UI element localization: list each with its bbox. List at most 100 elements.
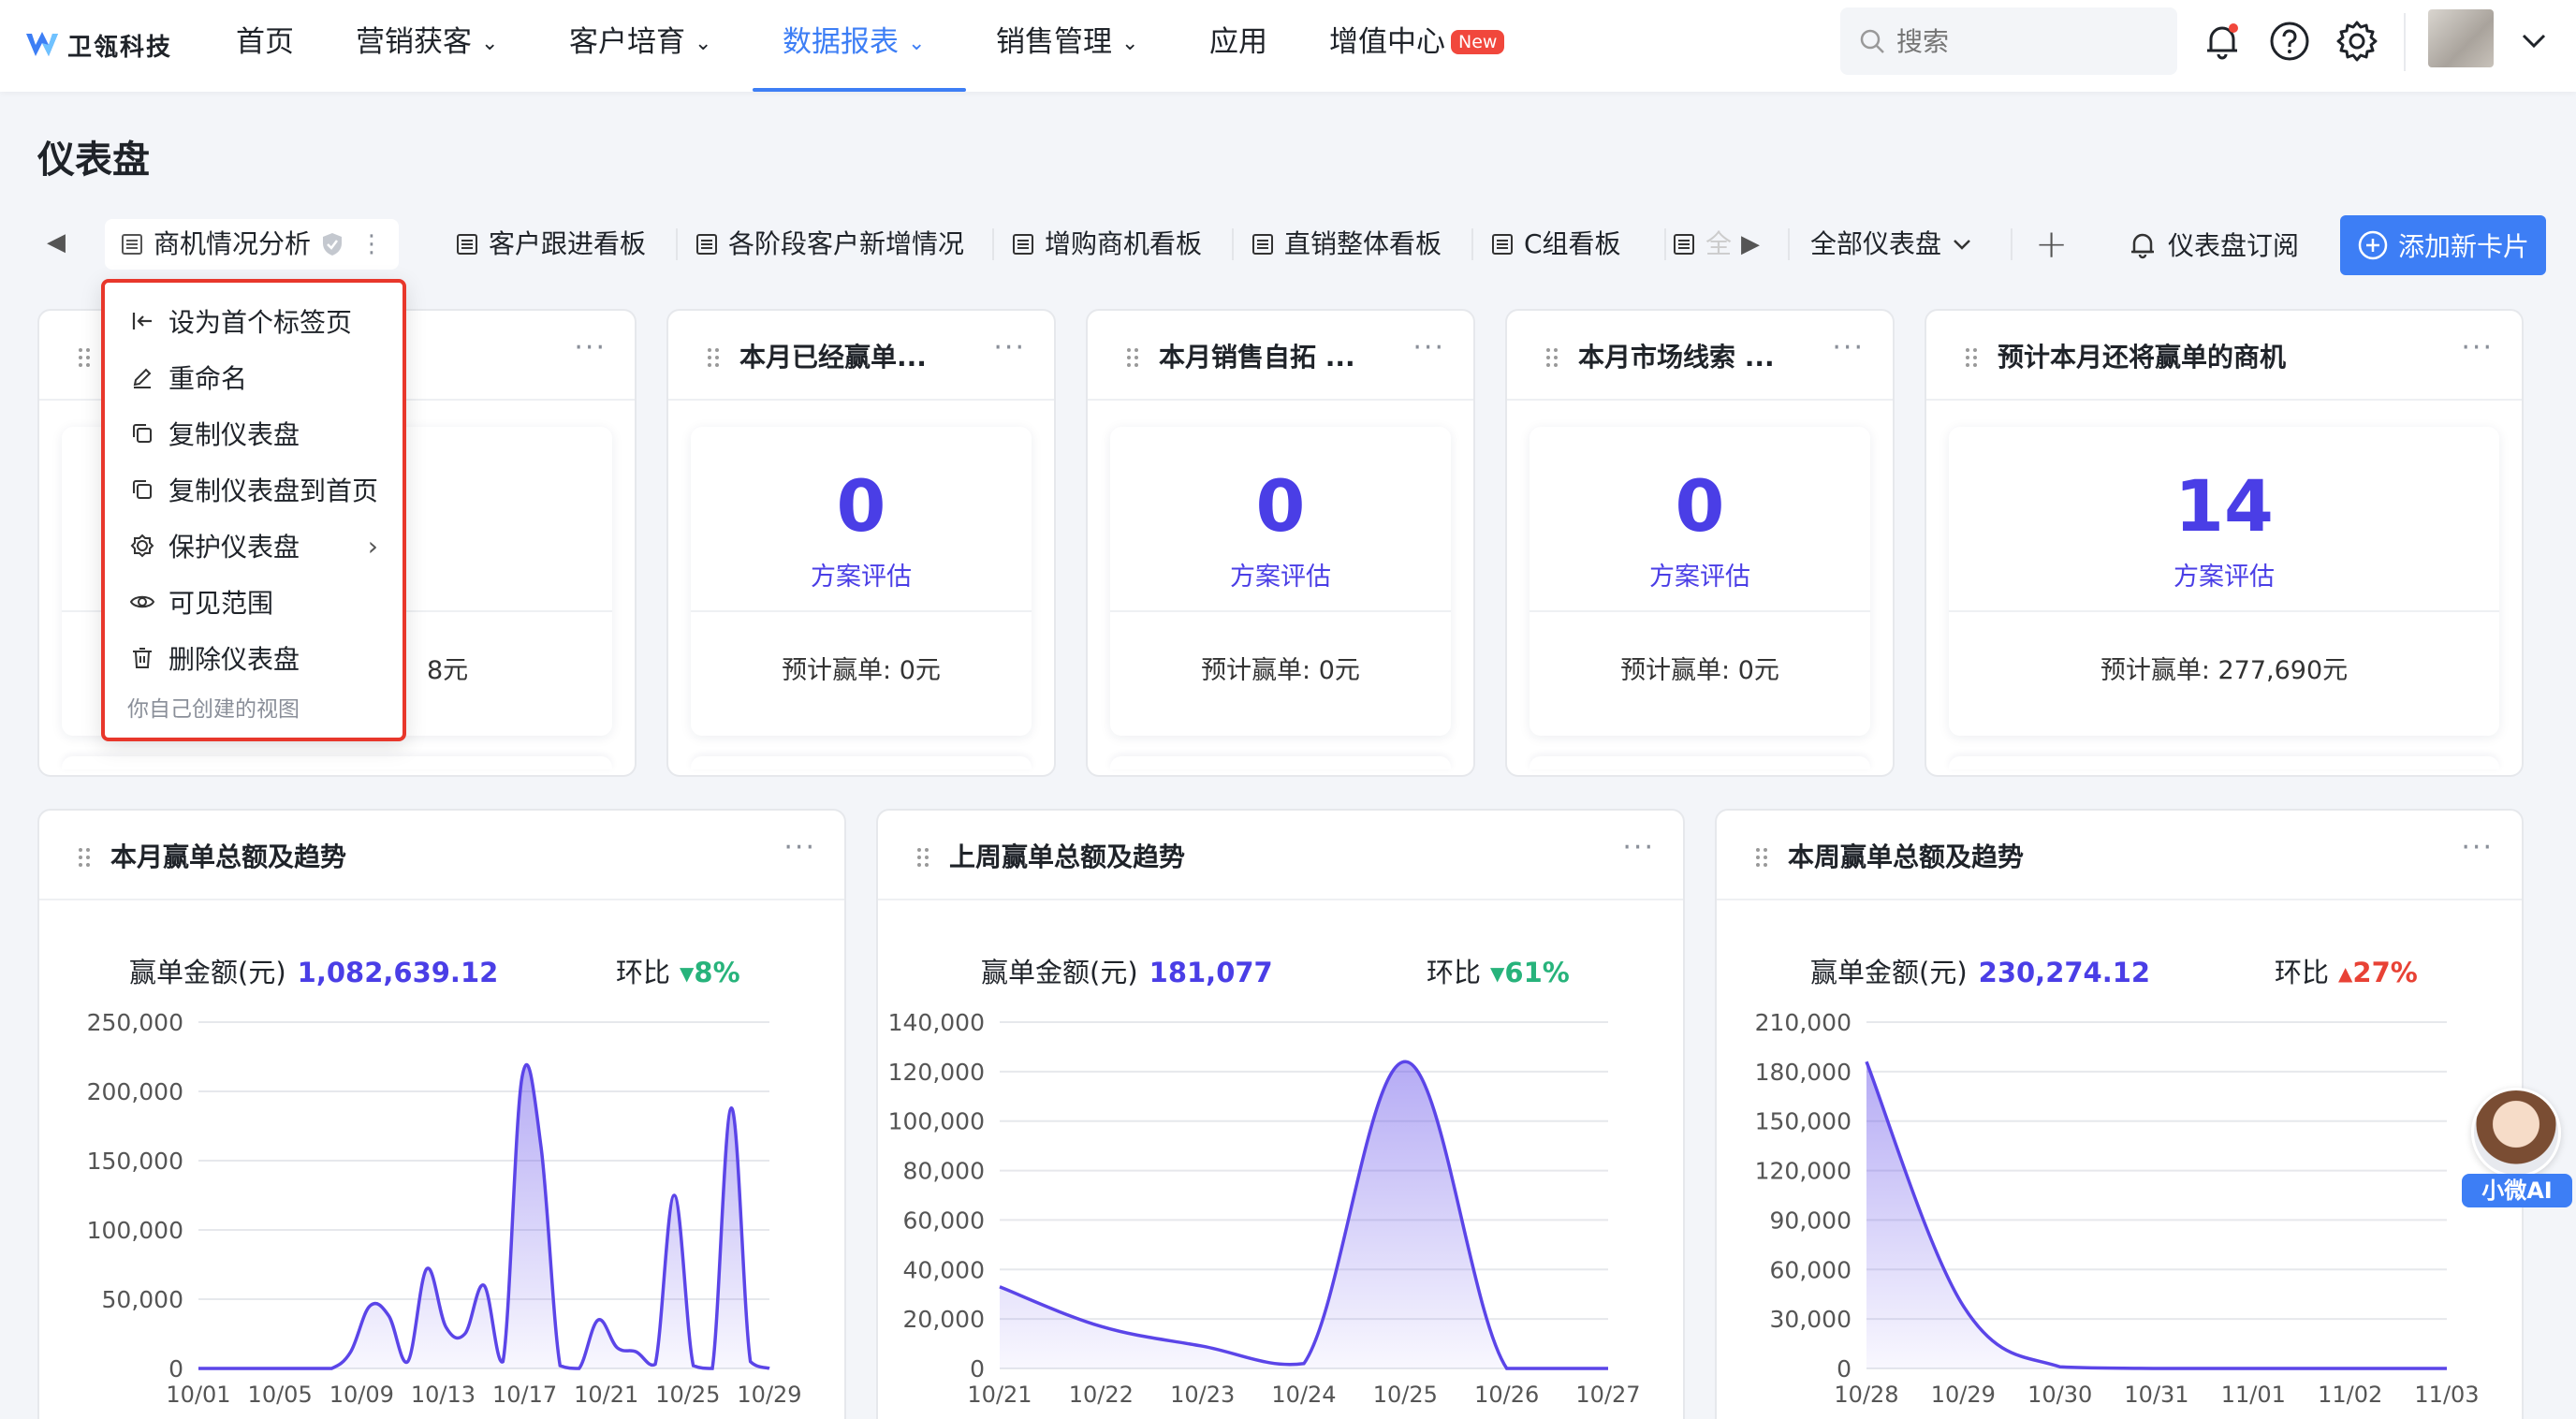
tab-scroll-right-icon[interactable]: ▶	[1741, 219, 1760, 270]
stat-panel-next	[691, 756, 1032, 769]
stat-card: 预计本月还将赢单的商机 ··· 14 方案评估 预计赢单: 277,690元	[1925, 309, 2524, 777]
nav-item-reports[interactable]: 数据报表 ⌄	[783, 0, 925, 92]
dashboard-context-menu: 设为首个标签页 重命名 复制仪表盘 复制仪表盘到首页 保护仪表盘 › 可见范围 …	[101, 279, 406, 741]
tab-direct-sales-overview[interactable]: 直销整体看板	[1251, 219, 1442, 270]
card-header: 预计本月还将赢单的商机 ···	[1926, 311, 2522, 401]
x-tick-label: 10/21	[967, 1382, 1032, 1408]
menu-item-rename[interactable]: 重命名	[129, 354, 247, 401]
trend-card: 上周赢单总额及趋势 ··· 赢单金额(元) 181,077 环比 ▼61% 140,…	[876, 809, 1685, 1419]
all-dashboards-dropdown[interactable]: 全部仪表盘	[1810, 219, 1973, 270]
stat-forecast: 8元	[427, 656, 469, 685]
menu-item-copy-dashboard[interactable]: 复制仪表盘	[129, 410, 300, 457]
drag-handle-icon[interactable]	[706, 346, 721, 369]
ai-assistant-label[interactable]: 小微AI	[2462, 1174, 2572, 1207]
chevron-down-icon: ⌄	[1121, 32, 1139, 55]
divider	[1110, 610, 1451, 612]
tab-opportunity-analysis[interactable]: 商机情况分析 ⋮	[105, 219, 400, 270]
x-tick-label: 10/25	[655, 1382, 720, 1408]
dashboard-subscribe-button[interactable]: 仪表盘订阅	[2127, 219, 2299, 270]
tab-separator	[676, 228, 678, 260]
stat-stage: 方案评估	[811, 563, 912, 592]
stat-stage: 方案评估	[1230, 563, 1331, 592]
more-vertical-icon[interactable]: ⋮	[359, 219, 384, 270]
ai-assistant-avatar[interactable]	[2471, 1088, 2561, 1178]
gear-icon[interactable]	[2334, 19, 2379, 64]
brand-logo[interactable]: 卫瓴科技	[24, 26, 172, 64]
copy-icon	[133, 480, 152, 499]
list-icon	[1674, 234, 1694, 255]
more-horizontal-icon[interactable]: ···	[993, 331, 1026, 364]
x-tick-label: 10/13	[411, 1382, 476, 1408]
y-tick-label: 150,000	[87, 1148, 183, 1175]
stat-panel: 0 方案评估 预计赢单: 0元	[1530, 427, 1870, 736]
list-icon	[122, 234, 142, 255]
nav-item-home[interactable]: 首页	[236, 0, 294, 92]
more-horizontal-icon[interactable]: ···	[2461, 331, 2494, 364]
stat-forecast: 预计赢单: 277,690元	[2100, 656, 2349, 685]
chevron-right-icon: ›	[367, 530, 378, 562]
y-tick-label: 0	[970, 1355, 985, 1382]
menu-item-protect-dashboard[interactable]: 保护仪表盘 ›	[129, 522, 401, 569]
y-tick-label: 180,000	[1755, 1059, 1852, 1086]
add-dashboard-plus-icon[interactable]: +	[2035, 221, 2068, 267]
bell-icon[interactable]	[2200, 19, 2245, 64]
drag-handle-icon[interactable]	[1964, 346, 1979, 369]
tab-separator	[1471, 228, 1473, 260]
x-tick-label: 10/28	[1834, 1382, 1898, 1408]
x-tick-label: 10/17	[492, 1382, 557, 1408]
chevron-down-icon: ⌄	[695, 32, 712, 55]
menu-item-visibility[interactable]: 可见范围	[129, 578, 273, 625]
help-icon[interactable]	[2267, 19, 2312, 64]
y-tick-label: 60,000	[903, 1207, 985, 1234]
stat-card: 本月销售自拓 ... ··· 0 方案评估 预计赢单: 0元	[1086, 309, 1475, 777]
stat-value: 0	[836, 464, 886, 548]
card-title: 本月销售自拓 ...	[1159, 342, 1355, 373]
x-tick-label: 10/25	[1373, 1382, 1438, 1408]
top-divider	[2404, 13, 2406, 71]
menu-item-delete[interactable]: 删除仪表盘	[129, 635, 300, 681]
drag-handle-icon[interactable]	[77, 346, 92, 369]
tab-stage-new-customers[interactable]: 各阶段客户新增情况	[695, 219, 964, 270]
tab-customer-followup[interactable]: 客户跟进看板	[455, 219, 646, 270]
tab-scroll-left-icon[interactable]: ◀	[47, 228, 66, 256]
chevron-down-icon[interactable]	[2518, 24, 2550, 56]
trend-card: 本月赢单总额及趋势 ··· 赢单金额(元) 1,082,639.12 环比 ▼8% …	[37, 809, 846, 1419]
nav-item-nurturing[interactable]: 客户培育 ⌄	[569, 0, 711, 92]
stat-panel-next	[1110, 756, 1451, 769]
tab-truncated[interactable]: 全 ▶	[1672, 219, 1760, 270]
x-tick-label: 11/03	[2414, 1382, 2479, 1408]
logo-icon	[26, 32, 58, 56]
nav-item-value-center[interactable]: 增值中心 New	[1329, 0, 1505, 92]
x-tick-label: 10/23	[1170, 1382, 1235, 1408]
more-horizontal-icon[interactable]: ···	[574, 331, 607, 364]
menu-item-set-first-tab[interactable]: 设为首个标签页	[129, 298, 352, 344]
divider	[1949, 610, 2499, 612]
chevron-down-icon: ⌄	[908, 32, 926, 55]
menu-item-copy-to-home[interactable]: 复制仪表盘到首页	[129, 466, 378, 513]
more-horizontal-icon[interactable]: ···	[1412, 331, 1445, 364]
brand-name: 卫瓴科技	[67, 33, 173, 62]
stat-value: 0	[1255, 464, 1306, 548]
tab-separator	[1664, 228, 1666, 260]
stat-panel-next	[62, 756, 612, 769]
stat-card: 本月市场线索 ... ··· 0 方案评估 预计赢单: 0元	[1505, 309, 1895, 777]
list-icon	[457, 234, 477, 255]
tab-group-c[interactable]: C组看板	[1490, 219, 1621, 270]
stat-panel: 14 方案评估 预计赢单: 277,690元	[1949, 427, 2499, 736]
add-new-card-button[interactable]: 添加新卡片	[2340, 215, 2546, 275]
nav-item-sales[interactable]: 销售管理 ⌄	[996, 0, 1138, 92]
x-tick-label: 10/29	[737, 1382, 801, 1408]
card-title: 本月市场线索 ...	[1578, 342, 1775, 373]
tab-separator	[1232, 228, 1234, 260]
tab-upsell-opportunities[interactable]: 增购商机看板	[1011, 219, 1202, 270]
search-input[interactable]	[1896, 25, 2159, 57]
drag-handle-icon[interactable]	[1125, 346, 1140, 369]
user-avatar[interactable]	[2428, 9, 2494, 67]
search-box[interactable]	[1840, 7, 2177, 75]
tab-separator	[2011, 228, 2012, 260]
drag-handle-icon[interactable]	[1544, 346, 1559, 369]
more-horizontal-icon[interactable]: ···	[1832, 331, 1865, 364]
nav-item-marketing[interactable]: 营销获客 ⌄	[356, 0, 498, 92]
copy-icon	[133, 424, 152, 443]
nav-item-apps[interactable]: 应用	[1209, 0, 1267, 92]
